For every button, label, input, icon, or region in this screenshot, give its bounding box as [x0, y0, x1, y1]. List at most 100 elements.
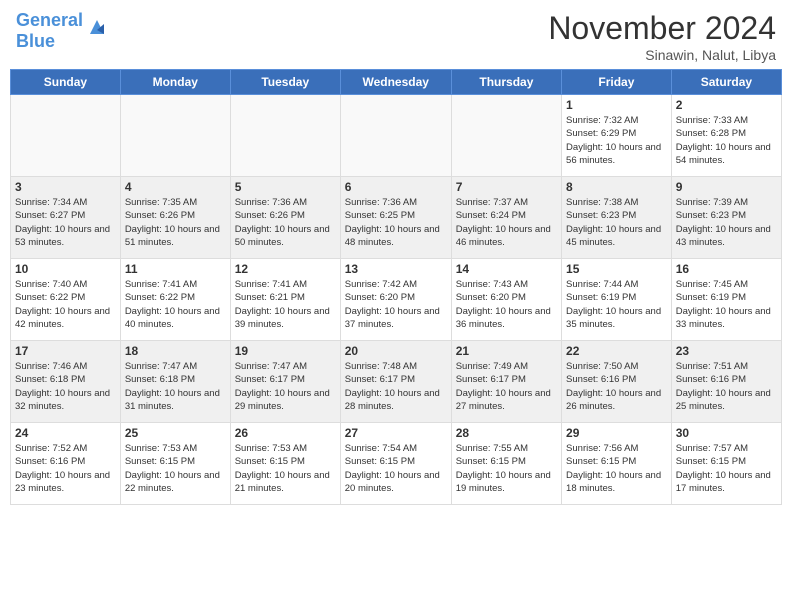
logo-icon: [86, 16, 108, 38]
day-number: 16: [676, 262, 777, 276]
calendar-cell: 3 Sunrise: 7:34 AM Sunset: 6:27 PM Daylig…: [11, 177, 121, 259]
calendar-cell: 23 Sunrise: 7:51 AM Sunset: 6:16 PM Dayli…: [671, 341, 781, 423]
day-number: 3: [15, 180, 116, 194]
day-number: 28: [456, 426, 557, 440]
day-info: Sunrise: 7:44 AM Sunset: 6:19 PM Dayligh…: [566, 278, 667, 331]
day-header-row: SundayMondayTuesdayWednesdayThursdayFrid…: [11, 70, 782, 95]
calendar-cell: 20 Sunrise: 7:48 AM Sunset: 6:17 PM Dayli…: [340, 341, 451, 423]
calendar-cell: 11 Sunrise: 7:41 AM Sunset: 6:22 PM Dayli…: [120, 259, 230, 341]
calendar-cell: 24Sunrise: 7:52 AM Sunset: 6:16 PM Dayli…: [11, 423, 121, 505]
day-info: Sunrise: 7:46 AM Sunset: 6:18 PM Dayligh…: [15, 360, 116, 413]
day-number: 21: [456, 344, 557, 358]
day-info: Sunrise: 7:47 AM Sunset: 6:18 PM Dayligh…: [125, 360, 226, 413]
day-info: Sunrise: 7:57 AM Sunset: 6:15 PM Dayligh…: [676, 442, 777, 495]
day-info: Sunrise: 7:34 AM Sunset: 6:27 PM Dayligh…: [15, 196, 116, 249]
calendar-cell: 7 Sunrise: 7:37 AM Sunset: 6:24 PM Daylig…: [451, 177, 561, 259]
day-info: Sunrise: 7:43 AM Sunset: 6:20 PM Dayligh…: [456, 278, 557, 331]
day-info: Sunrise: 7:41 AM Sunset: 6:22 PM Dayligh…: [125, 278, 226, 331]
day-header-saturday: Saturday: [671, 70, 781, 95]
day-info: Sunrise: 7:53 AM Sunset: 6:15 PM Dayligh…: [235, 442, 336, 495]
day-number: 2: [676, 98, 777, 112]
day-number: 30: [676, 426, 777, 440]
day-number: 27: [345, 426, 447, 440]
day-info: Sunrise: 7:45 AM Sunset: 6:19 PM Dayligh…: [676, 278, 777, 331]
day-number: 22: [566, 344, 667, 358]
day-header-sunday: Sunday: [11, 70, 121, 95]
calendar-cell: 27 Sunrise: 7:54 AM Sunset: 6:15 PM Dayli…: [340, 423, 451, 505]
location: Sinawin, Nalut, Libya: [548, 47, 776, 63]
day-number: 17: [15, 344, 116, 358]
day-info: Sunrise: 7:47 AM Sunset: 6:17 PM Dayligh…: [235, 360, 336, 413]
week-row-5: 24Sunrise: 7:52 AM Sunset: 6:16 PM Dayli…: [11, 423, 782, 505]
day-info: Sunrise: 7:53 AM Sunset: 6:15 PM Dayligh…: [125, 442, 226, 495]
calendar-cell: 10Sunrise: 7:40 AM Sunset: 6:22 PM Dayli…: [11, 259, 121, 341]
day-number: 11: [125, 262, 226, 276]
day-number: 4: [125, 180, 226, 194]
logo: General Blue: [16, 10, 108, 52]
calendar-cell: 18Sunrise: 7:47 AM Sunset: 6:18 PM Dayli…: [120, 341, 230, 423]
day-header-thursday: Thursday: [451, 70, 561, 95]
calendar-cell: 17 Sunrise: 7:46 AM Sunset: 6:18 PM Dayli…: [11, 341, 121, 423]
day-info: Sunrise: 7:39 AM Sunset: 6:23 PM Dayligh…: [676, 196, 777, 249]
day-header-monday: Monday: [120, 70, 230, 95]
calendar-cell: 9 Sunrise: 7:39 AM Sunset: 6:23 PM Daylig…: [671, 177, 781, 259]
day-number: 6: [345, 180, 447, 194]
calendar-cell: 6Sunrise: 7:36 AM Sunset: 6:25 PM Daylig…: [340, 177, 451, 259]
day-number: 7: [456, 180, 557, 194]
day-number: 25: [125, 426, 226, 440]
calendar-cell: 30 Sunrise: 7:57 AM Sunset: 6:15 PM Dayli…: [671, 423, 781, 505]
day-info: Sunrise: 7:41 AM Sunset: 6:21 PM Dayligh…: [235, 278, 336, 331]
day-header-wednesday: Wednesday: [340, 70, 451, 95]
title-block: November 2024 Sinawin, Nalut, Libya: [548, 10, 776, 63]
day-number: 9: [676, 180, 777, 194]
day-info: Sunrise: 7:50 AM Sunset: 6:16 PM Dayligh…: [566, 360, 667, 413]
day-info: Sunrise: 7:56 AM Sunset: 6:15 PM Dayligh…: [566, 442, 667, 495]
calendar-cell: [120, 95, 230, 177]
day-info: Sunrise: 7:48 AM Sunset: 6:17 PM Dayligh…: [345, 360, 447, 413]
day-number: 15: [566, 262, 667, 276]
day-number: 1: [566, 98, 667, 112]
calendar-cell: 28Sunrise: 7:55 AM Sunset: 6:15 PM Dayli…: [451, 423, 561, 505]
day-number: 20: [345, 344, 447, 358]
week-row-3: 10Sunrise: 7:40 AM Sunset: 6:22 PM Dayli…: [11, 259, 782, 341]
day-number: 24: [15, 426, 116, 440]
logo-text: General Blue: [16, 10, 83, 51]
day-info: Sunrise: 7:37 AM Sunset: 6:24 PM Dayligh…: [456, 196, 557, 249]
day-info: Sunrise: 7:51 AM Sunset: 6:16 PM Dayligh…: [676, 360, 777, 413]
calendar-cell: [230, 95, 340, 177]
calendar-cell: [11, 95, 121, 177]
calendar-cell: 16 Sunrise: 7:45 AM Sunset: 6:19 PM Dayli…: [671, 259, 781, 341]
day-number: 8: [566, 180, 667, 194]
calendar-cell: [340, 95, 451, 177]
week-row-1: 1 Sunrise: 7:32 AM Sunset: 6:29 PM Daylig…: [11, 95, 782, 177]
day-number: 29: [566, 426, 667, 440]
page-header: General Blue November 2024 Sinawin, Nalu…: [0, 0, 792, 69]
calendar-cell: 26Sunrise: 7:53 AM Sunset: 6:15 PM Dayli…: [230, 423, 340, 505]
day-info: Sunrise: 7:40 AM Sunset: 6:22 PM Dayligh…: [15, 278, 116, 331]
calendar-cell: 29 Sunrise: 7:56 AM Sunset: 6:15 PM Dayli…: [562, 423, 672, 505]
calendar-cell: 5Sunrise: 7:36 AM Sunset: 6:26 PM Daylig…: [230, 177, 340, 259]
day-info: Sunrise: 7:54 AM Sunset: 6:15 PM Dayligh…: [345, 442, 447, 495]
day-info: Sunrise: 7:42 AM Sunset: 6:20 PM Dayligh…: [345, 278, 447, 331]
calendar-cell: 13Sunrise: 7:42 AM Sunset: 6:20 PM Dayli…: [340, 259, 451, 341]
calendar-cell: 21Sunrise: 7:49 AM Sunset: 6:17 PM Dayli…: [451, 341, 561, 423]
calendar: SundayMondayTuesdayWednesdayThursdayFrid…: [0, 69, 792, 511]
day-number: 23: [676, 344, 777, 358]
calendar-cell: 8 Sunrise: 7:38 AM Sunset: 6:23 PM Daylig…: [562, 177, 672, 259]
calendar-cell: 15 Sunrise: 7:44 AM Sunset: 6:19 PM Dayli…: [562, 259, 672, 341]
calendar-cell: 2 Sunrise: 7:33 AM Sunset: 6:28 PM Daylig…: [671, 95, 781, 177]
month-title: November 2024: [548, 10, 776, 47]
day-number: 12: [235, 262, 336, 276]
day-info: Sunrise: 7:36 AM Sunset: 6:26 PM Dayligh…: [235, 196, 336, 249]
calendar-cell: 4 Sunrise: 7:35 AM Sunset: 6:26 PM Daylig…: [120, 177, 230, 259]
day-info: Sunrise: 7:33 AM Sunset: 6:28 PM Dayligh…: [676, 114, 777, 167]
calendar-cell: 1 Sunrise: 7:32 AM Sunset: 6:29 PM Daylig…: [562, 95, 672, 177]
week-row-2: 3 Sunrise: 7:34 AM Sunset: 6:27 PM Daylig…: [11, 177, 782, 259]
day-header-friday: Friday: [562, 70, 672, 95]
day-info: Sunrise: 7:35 AM Sunset: 6:26 PM Dayligh…: [125, 196, 226, 249]
calendar-cell: 12 Sunrise: 7:41 AM Sunset: 6:21 PM Dayli…: [230, 259, 340, 341]
day-info: Sunrise: 7:32 AM Sunset: 6:29 PM Dayligh…: [566, 114, 667, 167]
calendar-cell: 25 Sunrise: 7:53 AM Sunset: 6:15 PM Dayli…: [120, 423, 230, 505]
calendar-cell: [451, 95, 561, 177]
day-info: Sunrise: 7:38 AM Sunset: 6:23 PM Dayligh…: [566, 196, 667, 249]
